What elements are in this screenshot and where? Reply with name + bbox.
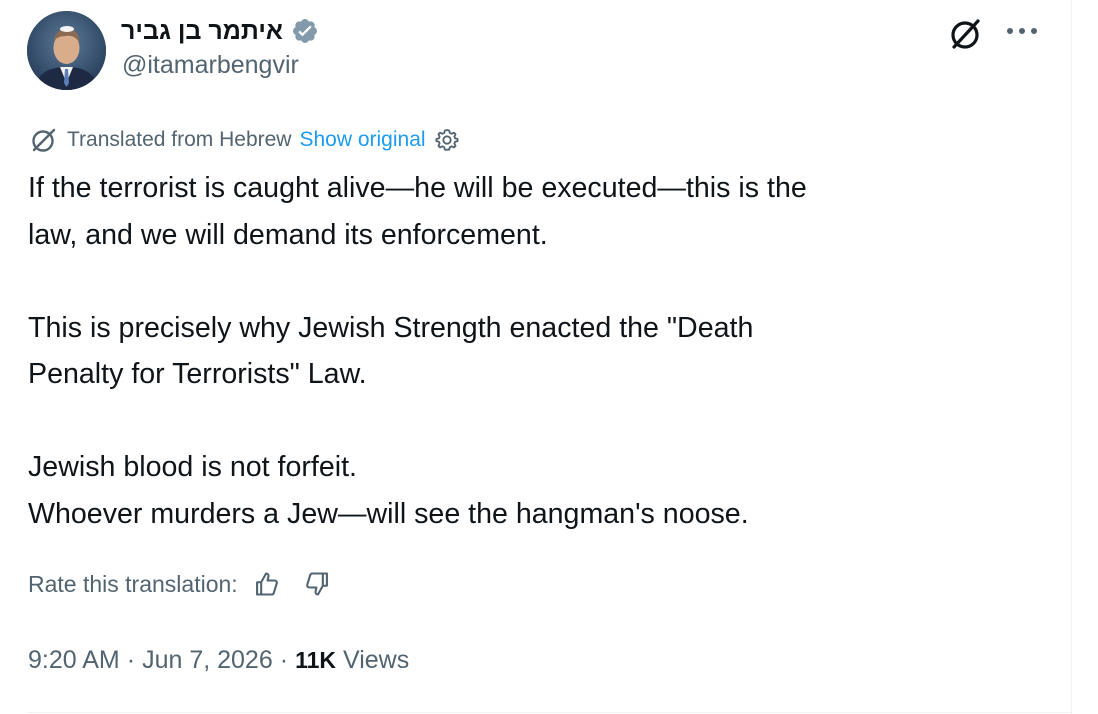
gear-icon[interactable] bbox=[434, 127, 460, 153]
thumbs-up-icon[interactable] bbox=[250, 567, 284, 601]
author-name-row[interactable]: איתמר בן גביר bbox=[121, 13, 319, 49]
author-handle[interactable]: @itamarbengvir bbox=[122, 51, 299, 80]
tweet-text: If the terrorist is caught alive—he will… bbox=[28, 165, 1058, 537]
separator-dot: · bbox=[126, 645, 136, 674]
verified-badge-icon bbox=[291, 17, 319, 45]
tweet-line: law, and we will demand its enforcement. bbox=[28, 218, 548, 251]
views-label: Views bbox=[343, 645, 410, 674]
tweet-paragraph: Jewish blood is not forfeit. Whoever mur… bbox=[28, 444, 1058, 537]
bottom-divider bbox=[27, 712, 1071, 713]
column-divider bbox=[1071, 0, 1072, 714]
tweet-paragraph: If the terrorist is caught alive—he will… bbox=[28, 165, 1058, 258]
separator-dot: · bbox=[279, 645, 289, 674]
more-icon bbox=[1007, 28, 1037, 34]
thumbs-down-icon[interactable] bbox=[300, 567, 334, 601]
author-name[interactable]: איתמר בן גביר bbox=[121, 17, 283, 46]
translated-from-label: Translated from Hebrew bbox=[67, 128, 292, 151]
tweet-meta: 9:20 AM · Jun 7, 2026 · 11K Views bbox=[28, 640, 409, 680]
tweet-line: Penalty for Terrorists" Law. bbox=[28, 358, 367, 390]
grok-button[interactable] bbox=[946, 14, 986, 54]
views-count: 11K bbox=[295, 646, 336, 673]
tweet-line: Whoever murders a Jew—will see the hangm… bbox=[28, 497, 749, 530]
tweet-date[interactable]: Jun 7, 2026 bbox=[142, 646, 273, 675]
avatar[interactable] bbox=[27, 11, 106, 90]
show-original-link[interactable]: Show original bbox=[299, 128, 425, 152]
tweet-line: If the terrorist is caught alive—he will… bbox=[28, 172, 807, 204]
tweet-line: This is precisely why Jewish Strength en… bbox=[28, 311, 754, 344]
more-button[interactable] bbox=[1001, 14, 1043, 48]
rate-translation-label: Rate this translation: bbox=[28, 570, 238, 597]
tweet-time[interactable]: 9:20 AM bbox=[28, 646, 120, 675]
avatar-image bbox=[27, 11, 106, 90]
tweet-line: Jewish blood is not forfeit. bbox=[28, 451, 357, 483]
grok-icon bbox=[951, 19, 980, 49]
grok-translate-icon bbox=[32, 128, 56, 152]
rate-translation-row: Rate this translation: bbox=[28, 566, 350, 602]
translation-bar: Translated from Hebrew Show original bbox=[29, 124, 460, 156]
tweet-paragraph: This is precisely why Jewish Strength en… bbox=[28, 305, 1058, 398]
